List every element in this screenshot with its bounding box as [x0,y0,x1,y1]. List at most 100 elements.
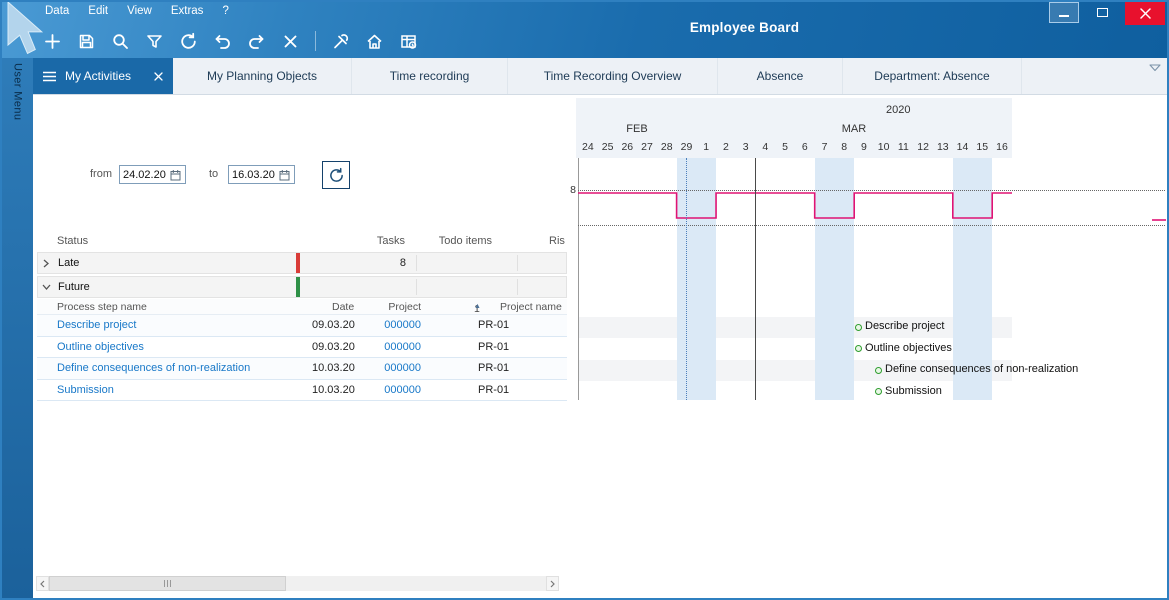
planning-board-button[interactable] [396,28,421,54]
sort-ascending-icon: ▲ [474,303,481,310]
tab-my-activities[interactable]: My Activities [33,58,173,94]
refresh-button[interactable] [176,28,201,54]
date-cell: 09.03.20 [312,319,355,331]
search-button[interactable] [108,28,133,54]
minimize-icon [1059,15,1069,17]
tab-label: My Planning Objects [207,69,317,83]
project-link[interactable]: 000000 [351,362,421,374]
minimize-button[interactable] [1049,2,1079,23]
column-process-step-name[interactable]: Process step name [57,301,147,313]
column-tasks[interactable]: Tasks [299,235,405,247]
project-link[interactable]: 000000 [351,319,421,331]
column-todo-items[interactable]: Todo items [415,235,492,247]
group-row-late[interactable]: Late 8 [37,252,567,274]
day-tick: 13 [933,141,953,153]
menu-help[interactable]: ? [222,5,228,17]
toolbar [40,28,421,54]
date-cell: 10.03.20 [312,362,355,374]
menu-bar: Data Edit View Extras ? [45,5,229,17]
day-tick: 8 [834,141,854,153]
table-row[interactable]: Submission 10.03.20 000000 PR-01 [37,380,567,402]
horizontal-scrollbar-track[interactable] [49,576,546,591]
menu-edit[interactable]: Edit [88,5,108,17]
milestone-label: Submission [885,385,942,397]
scroll-left-button[interactable] [36,576,49,591]
table-row[interactable]: Define consequences of non-realization 1… [37,358,567,380]
tab-my-planning-objects[interactable]: My Planning Objects [173,58,352,94]
group-row-future[interactable]: Future [37,276,567,298]
from-label: from [90,168,112,180]
group-label: Future [58,281,90,293]
apply-range-refresh-button[interactable] [322,161,350,189]
horizontal-scrollbar-thumb[interactable] [49,576,286,591]
gantt-pane: 2020 FEB MAR 24 25 26 27 28 29 1 2 3 4 5… [567,95,1167,598]
add-button[interactable] [40,28,65,54]
milestone-marker[interactable] [875,388,882,395]
tab-close-icon[interactable] [154,72,163,81]
scroll-right-button[interactable] [546,576,559,591]
calendar-icon[interactable] [279,169,290,181]
day-tick: 28 [657,141,677,153]
reference-line [755,158,756,400]
day-tick: 26 [617,141,637,153]
table-row[interactable]: Outline objectives 09.03.20 000000 PR-01 [37,337,567,359]
day-tick: 15 [972,141,992,153]
table-row[interactable]: Describe project 09.03.20 000000 PR-01 [37,315,567,337]
to-date-input[interactable] [232,169,279,181]
expander-collapsed-icon[interactable] [42,259,50,268]
day-tick: 3 [736,141,756,153]
user-menu-label: User Menu [12,63,24,598]
tab-overflow-chevron-icon[interactable] [1149,64,1161,72]
tab-label: My Activities [65,69,145,83]
column-project-name[interactable]: Project name [500,301,562,313]
day-tick: 9 [854,141,874,153]
expander-expanded-icon[interactable] [42,283,51,291]
maximize-icon [1097,8,1108,17]
column-risks[interactable]: Ris [549,235,565,247]
cell-separator [416,255,417,271]
day-tick: 1 [696,141,716,153]
tab-time-recording-overview[interactable]: Time Recording Overview [508,58,718,94]
project-link[interactable]: 000000 [351,341,421,353]
milestone-marker[interactable] [875,367,882,374]
close-button[interactable] [1125,2,1165,25]
day-tick: 29 [677,141,697,153]
day-scale: 24 25 26 27 28 29 1 2 3 4 5 6 7 8 9 10 1 [578,141,1012,153]
hamburger-icon[interactable] [43,71,56,82]
menu-view[interactable]: View [127,5,152,17]
tab-label: Time recording [390,69,470,83]
calendar-icon[interactable] [170,169,181,181]
milestone-label: Outline objectives [865,342,952,354]
refresh-icon [328,167,345,184]
save-icon [77,32,96,51]
user-menu-strip[interactable]: User Menu [2,58,33,598]
milestone-marker[interactable] [855,345,862,352]
menu-data[interactable]: Data [45,5,69,17]
process-step-link[interactable]: Describe project [57,319,136,331]
process-step-link[interactable]: Define consequences of non-realization [57,362,250,374]
redo-button[interactable] [244,28,269,54]
chevron-right-icon [550,580,555,588]
from-date-input[interactable] [123,169,170,181]
column-project[interactable]: Project [351,301,421,313]
project-name-cell: PR-01 [478,341,509,353]
tab-department-absence[interactable]: Department: Absence [843,58,1022,94]
milestone-marker[interactable] [855,324,862,331]
toolbar-separator [315,31,316,51]
menu-extras[interactable]: Extras [171,5,204,17]
undo-button[interactable] [210,28,235,54]
project-link[interactable]: 000000 [351,384,421,396]
tab-absence[interactable]: Absence [718,58,843,94]
tab-time-recording[interactable]: Time recording [352,58,508,94]
filter-button[interactable] [142,28,167,54]
save-button[interactable] [74,28,99,54]
process-step-link[interactable]: Submission [57,384,114,396]
column-status[interactable]: Status [57,235,88,247]
tab-label: Time Recording Overview [544,69,682,83]
maximize-button[interactable] [1086,2,1118,23]
tools-button[interactable] [328,28,353,54]
process-step-link[interactable]: Outline objectives [57,341,144,353]
app-window: Data Edit View Extras ? Employee Board [0,0,1169,600]
delete-button[interactable] [278,28,303,54]
home-button[interactable] [362,28,387,54]
